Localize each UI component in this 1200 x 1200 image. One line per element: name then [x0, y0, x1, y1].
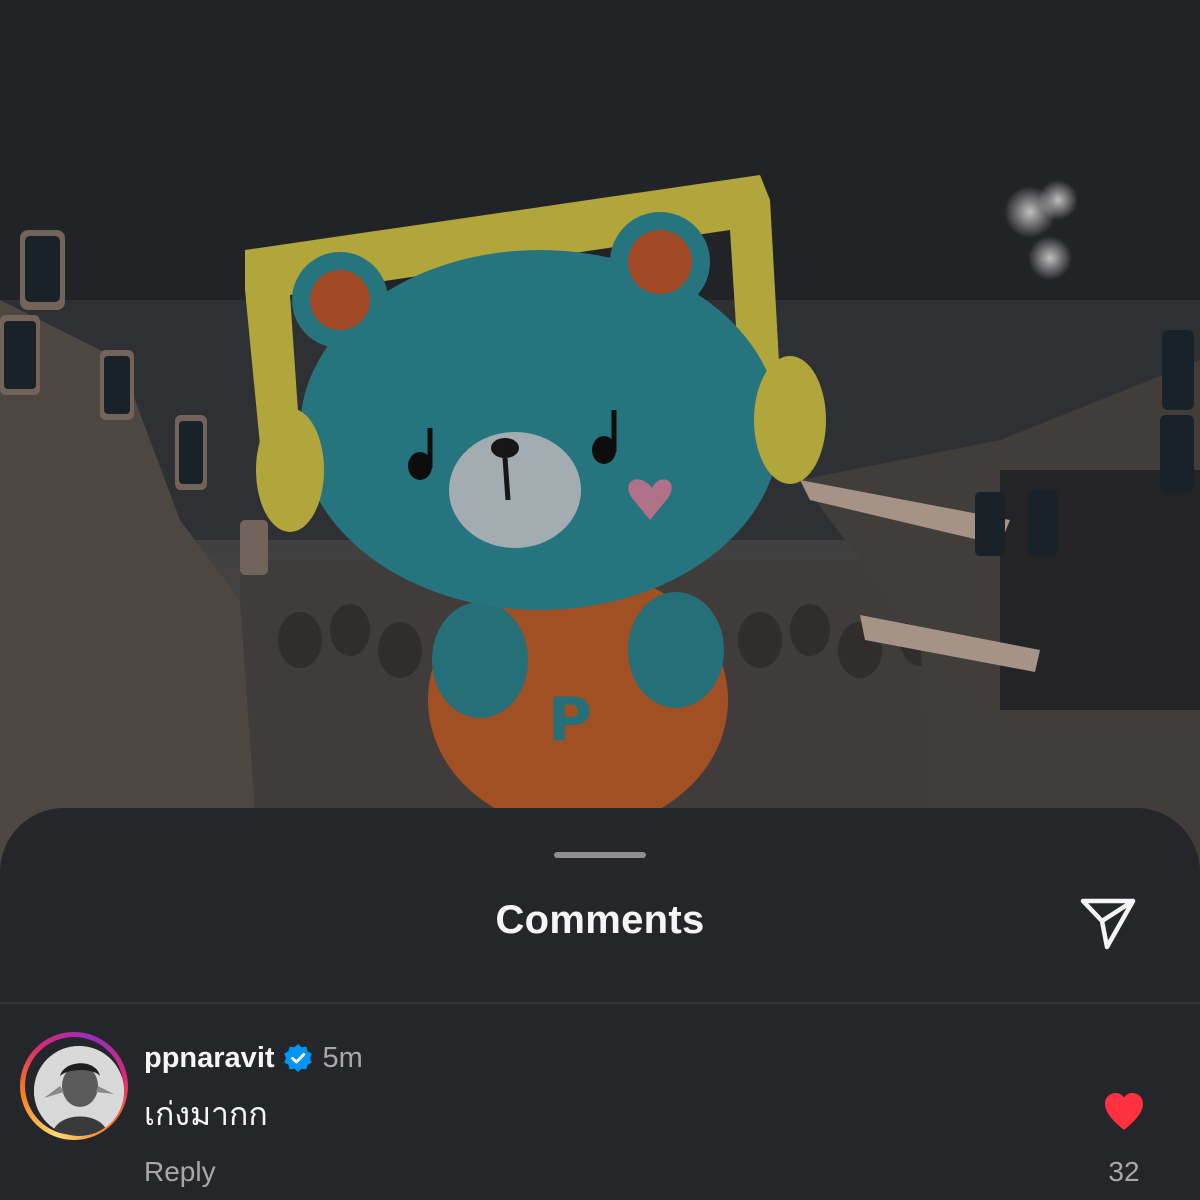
comment-item: ppnaravit 5m เก่งมากก Reply 32: [0, 1028, 1200, 1200]
verified-badge-icon: [283, 1044, 312, 1072]
heart-filled-icon: [1105, 1093, 1143, 1130]
post-photo: P: [0, 0, 1200, 880]
comments-sheet: Comments ppnaravit 5m เก่งมากก Reply 32: [0, 808, 1200, 1200]
header-divider: [0, 1002, 1200, 1004]
avatar: [34, 1046, 124, 1136]
mascot-event-photo: P: [0, 0, 1200, 880]
share-button[interactable]: [1074, 888, 1142, 956]
sheet-title: Comments: [495, 898, 705, 942]
reply-button[interactable]: Reply: [144, 1152, 216, 1192]
like-button[interactable]: [1100, 1088, 1148, 1136]
comment-username[interactable]: ppnaravit: [144, 1038, 275, 1078]
paper-plane-icon: [1080, 898, 1136, 950]
comment-text: เก่งมากก: [144, 1096, 268, 1132]
comments-screen: P Comments ppnaravit 5m เก่งมากก Reply 3…: [0, 0, 1200, 1200]
drag-handle[interactable]: [554, 852, 646, 858]
comment-timestamp: 5m: [322, 1042, 363, 1074]
like-count: 32: [1108, 1156, 1140, 1187]
avatar-image: [34, 1046, 124, 1136]
story-ring[interactable]: [20, 1032, 128, 1140]
comment-header: ppnaravit 5m: [144, 1038, 363, 1078]
